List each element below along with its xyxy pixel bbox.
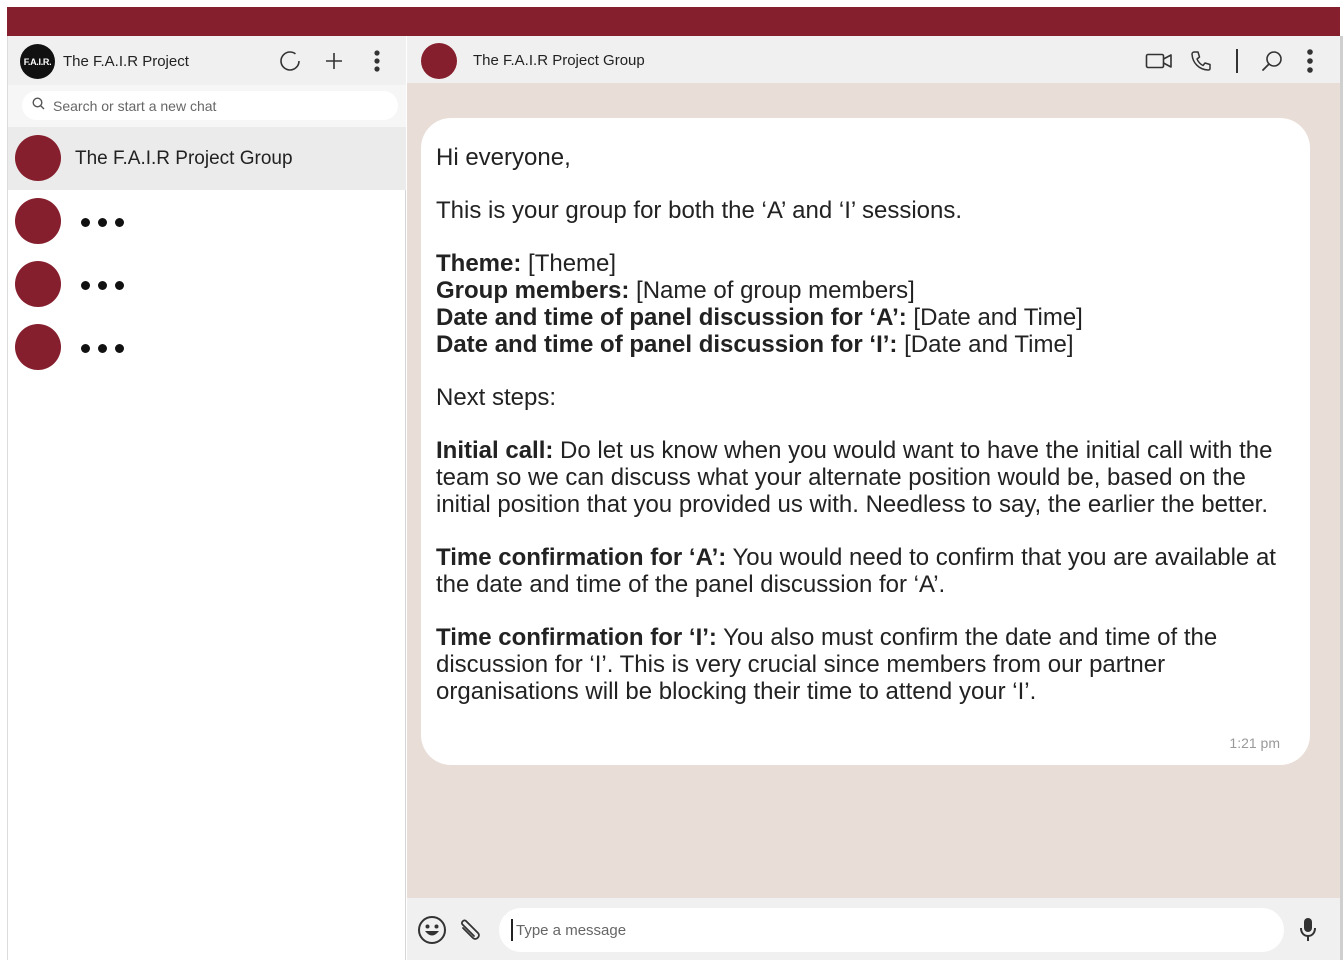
top-bar [7,7,1340,36]
message-greeting: Hi everyone, [436,144,571,171]
ellipsis-icon [81,218,124,227]
voice-call-icon[interactable] [1187,46,1215,76]
message-input[interactable] [516,921,1256,939]
header-divider [1236,49,1238,73]
date-a-value: [Date and Time] [906,304,1083,331]
conversation-panel: The F.A.I.R Project Group Hi everyone, T… [407,36,1340,960]
search-icon [32,96,45,115]
chat-name: The F.A.I.R Project Group [75,148,293,169]
text-cursor [511,919,513,941]
date-i-value: [Date and Time] [897,331,1074,358]
ellipsis-icon [81,281,124,290]
message-confirm-i: Time confirmation for ‘I’: You also must… [436,624,1282,705]
attach-icon[interactable] [455,914,487,946]
status-icon[interactable] [277,48,303,74]
emoji-icon[interactable] [416,914,448,946]
message-timestamp: 1:21 pm [1229,735,1280,751]
new-chat-icon[interactable] [321,48,347,74]
message-intro: This is your group for both the ‘A’ and … [436,197,963,224]
message-members: Group members: [Name of group members] [436,277,1282,304]
message-confirm-a: Time confirmation for ‘A’: You would nee… [436,544,1282,598]
group-avatar[interactable] [421,43,457,79]
left-header: F.A.I.R. The F.A.I.R Project [8,36,406,85]
avatar [15,135,61,181]
chat-list-item[interactable] [8,190,406,253]
search-bar [8,85,406,127]
conversation-title[interactable]: The F.A.I.R Project Group [473,52,645,69]
menu-icon[interactable] [1302,46,1318,76]
search-box[interactable] [22,91,398,120]
theme-label: Theme: [436,250,522,277]
menu-icon[interactable] [364,48,390,74]
app-title: The F.A.I.R Project [63,53,189,70]
confirm-a-label: Time confirmation for ‘A’: [436,544,727,571]
message-theme: Theme: [Theme] [436,250,1282,277]
microphone-icon[interactable] [1292,914,1324,946]
chat-list-panel: F.A.I.R. The F.A.I.R Project The F.A.I.R… [7,36,406,960]
date-i-label: Date and time of panel discussion for ‘I… [436,331,898,358]
conversation-header: The F.A.I.R Project Group [407,36,1340,83]
message-initial-call: Initial call: Do let us know when you wo… [436,437,1282,518]
members-label: Group members: [436,277,630,304]
avatar [15,261,61,307]
app-logo: F.A.I.R. [20,44,55,79]
search-input[interactable] [53,97,373,114]
message-input-box[interactable] [499,908,1284,952]
message-date-i: Date and time of panel discussion for ‘I… [436,331,1282,358]
chat-list-item[interactable] [8,316,406,379]
theme-value: [Theme] [521,250,617,277]
confirm-i-label: Time confirmation for ‘I’: [436,624,717,651]
members-value: [Name of group members] [629,277,915,304]
chat-list-item[interactable]: The F.A.I.R Project Group [8,127,406,190]
message-bubble: Hi everyone, This is your group for both… [421,118,1310,765]
logo-text: F.A.I.R. [23,56,52,67]
message-composer [407,898,1340,960]
avatar [15,324,61,370]
date-a-label: Date and time of panel discussion for ‘A… [436,304,907,331]
avatar [15,198,61,244]
message-date-a: Date and time of panel discussion for ‘A… [436,304,1282,331]
video-call-icon[interactable] [1144,46,1174,76]
message-next-steps: Next steps: [436,384,557,411]
search-icon[interactable] [1258,46,1286,76]
initial-call-label: Initial call: [436,437,554,464]
initial-call-text: Do let us know when you would want to ha… [436,437,1273,518]
ellipsis-icon [81,344,124,353]
chat-list-item[interactable] [8,253,406,316]
